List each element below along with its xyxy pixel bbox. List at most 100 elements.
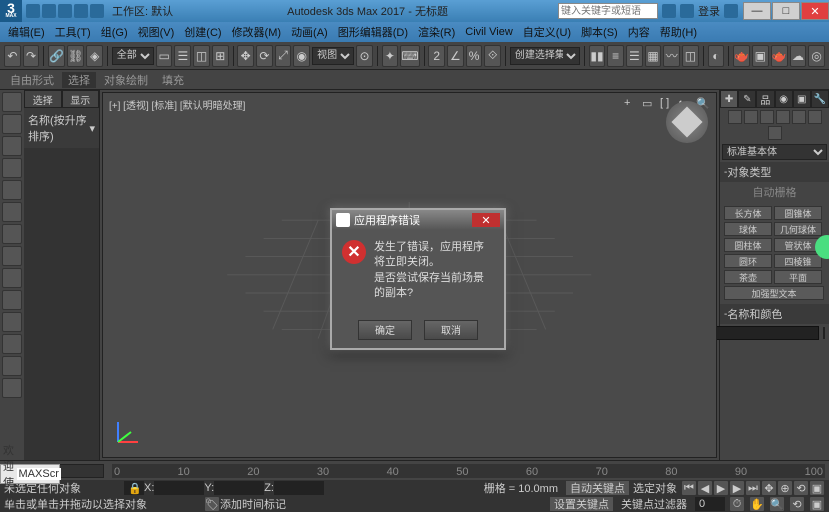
systems-icon[interactable]	[768, 126, 782, 140]
set-key-button[interactable]: 设置关键点	[550, 497, 613, 511]
select-region-icon[interactable]: ◫	[193, 45, 210, 67]
menu-graph-editors[interactable]: 图形编辑器(D)	[334, 24, 412, 40]
keyboard-icon[interactable]: ⌨	[400, 45, 419, 67]
selection-filter[interactable]: 全部	[112, 47, 154, 65]
maximize-button[interactable]: □	[772, 2, 800, 20]
obj-sphere[interactable]: 球体	[724, 222, 772, 236]
add-marker-label[interactable]: 添加时间标记	[220, 496, 286, 512]
lt-icon[interactable]	[2, 378, 22, 398]
menu-civil-view[interactable]: Civil View	[461, 26, 516, 38]
open-icon[interactable]	[42, 4, 56, 18]
cp-tab-motion[interactable]: ◉	[775, 90, 793, 108]
layer-icon[interactable]: ☰	[626, 45, 643, 67]
unlink-icon[interactable]: ⛓	[67, 45, 84, 67]
select-name-icon[interactable]: ☰	[174, 45, 191, 67]
menu-help[interactable]: 帮助(H)	[656, 24, 701, 40]
lt-icon[interactable]	[2, 114, 22, 134]
menu-view[interactable]: 视图(V)	[134, 24, 179, 40]
render-online-icon[interactable]: ☁	[790, 45, 807, 67]
lt-icon[interactable]	[2, 246, 22, 266]
save-icon[interactable]	[58, 4, 72, 18]
link-icon[interactable]: 🔗	[48, 45, 65, 67]
cp-tab-modify[interactable]: ✎	[738, 90, 756, 108]
nav-icon[interactable]: ⟲	[793, 480, 809, 496]
nav-icon[interactable]: ✋	[749, 496, 765, 512]
mirror-icon[interactable]: ▮▮	[589, 45, 606, 67]
rollout-object-type[interactable]: - 对象类型	[720, 162, 829, 182]
lt-icon[interactable]	[2, 92, 22, 112]
obj-textplus[interactable]: 加强型文本	[724, 286, 824, 300]
cp-tab-display[interactable]: ▣	[793, 90, 811, 108]
nav-icon[interactable]: ▣	[809, 480, 825, 496]
nav-icon[interactable]: ⊕	[777, 480, 793, 496]
info-icon[interactable]	[662, 4, 676, 18]
select-icon[interactable]: ▭	[156, 45, 173, 67]
play-icon[interactable]: ▶	[713, 480, 729, 496]
menu-customize[interactable]: 自定义(U)	[519, 24, 575, 40]
cp-subcategory-select[interactable]: 标准基本体	[722, 144, 827, 160]
vp-add-icon[interactable]: +	[624, 97, 638, 111]
goto-end-icon[interactable]: ⏭	[745, 480, 761, 496]
cp-tab-utilities[interactable]: 🔧	[811, 90, 829, 108]
prev-frame-icon[interactable]: ◀	[697, 480, 713, 496]
nav-icon[interactable]: ▣	[809, 496, 825, 512]
new-icon[interactable]	[26, 4, 40, 18]
tab-populate[interactable]: 填充	[156, 72, 190, 88]
angle-snap-icon[interactable]: ∠	[447, 45, 464, 67]
dialog-close-button[interactable]: ✕	[472, 213, 500, 227]
tab-select[interactable]: 选择	[62, 72, 96, 88]
lt-icon[interactable]	[2, 158, 22, 178]
x-input[interactable]	[154, 481, 204, 495]
pivot-icon[interactable]: ⊙	[356, 45, 373, 67]
redo-icon[interactable]: ↷	[23, 45, 40, 67]
cp-tab-create[interactable]: ✚	[720, 90, 738, 108]
ok-button[interactable]: 确定	[358, 320, 412, 340]
lt-icon[interactable]	[2, 356, 22, 376]
cp-tab-hierarchy[interactable]: 品	[756, 90, 774, 108]
geometry-icon[interactable]	[728, 110, 742, 124]
frame-input[interactable]: 0	[695, 497, 725, 511]
menu-create[interactable]: 创建(C)	[180, 24, 225, 40]
menu-animation[interactable]: 动画(A)	[287, 24, 332, 40]
align-icon[interactable]: ≡	[607, 45, 624, 67]
menu-content[interactable]: 内容	[624, 24, 654, 40]
viewcube[interactable]	[666, 101, 708, 143]
time-config-icon[interactable]: ⏱	[729, 496, 745, 512]
undo-icon[interactable]: ↶	[4, 45, 21, 67]
z-input[interactable]	[274, 481, 324, 495]
welcome-tab[interactable]: 欢迎使用 MAXScr	[0, 464, 60, 484]
lt-icon[interactable]	[2, 334, 22, 354]
lt-icon[interactable]	[2, 136, 22, 156]
lt-icon[interactable]	[2, 290, 22, 310]
rollout-name-color[interactable]: - 名称和颜色	[720, 304, 829, 324]
obj-pyramid[interactable]: 四棱锥	[774, 254, 822, 268]
nav-icon[interactable]: ⟲	[789, 496, 805, 512]
helpers-icon[interactable]	[792, 110, 806, 124]
named-selection-sets[interactable]: 创建选择集	[510, 47, 580, 65]
undo-icon[interactable]	[74, 4, 88, 18]
time-ruler[interactable]: 0102030405060708090100	[112, 464, 825, 478]
key-filter-button[interactable]: 关键点过滤器	[617, 497, 691, 511]
scene-tab-select[interactable]: 选择	[24, 90, 62, 108]
lights-icon[interactable]	[760, 110, 774, 124]
redo-icon[interactable]	[90, 4, 104, 18]
obj-torus[interactable]: 圆环	[724, 254, 772, 268]
auto-key-button[interactable]: 自动关键点	[566, 481, 629, 495]
obj-cone[interactable]: 圆锥体	[774, 206, 822, 220]
autogrid-checkbox[interactable]: 自动栅格	[720, 182, 829, 202]
scene-column-header[interactable]: 名称(按升序排序) ▾	[24, 108, 99, 148]
curve-editor-icon[interactable]: 〰	[663, 45, 680, 67]
ref-coord-system[interactable]: 视图	[312, 47, 354, 65]
cameras-icon[interactable]	[776, 110, 790, 124]
close-button[interactable]: ✕	[801, 2, 829, 20]
menu-tools[interactable]: 工具(T)	[51, 24, 95, 40]
scale-icon[interactable]: ⤢	[275, 45, 292, 67]
viewport-label[interactable]: [+] [透视] [标准] [默认明暗处理]	[109, 97, 245, 112]
tab-freeform[interactable]: 自由形式	[4, 72, 60, 88]
app-logo[interactable]: 3 MAX	[0, 0, 22, 22]
tab-object-paint[interactable]: 对象绘制	[98, 72, 154, 88]
obj-box[interactable]: 长方体	[724, 206, 772, 220]
lock-icon[interactable]: 🔒	[124, 481, 144, 495]
nav-icon[interactable]: 🔍	[769, 496, 785, 512]
menu-modifiers[interactable]: 修改器(M)	[228, 24, 286, 40]
